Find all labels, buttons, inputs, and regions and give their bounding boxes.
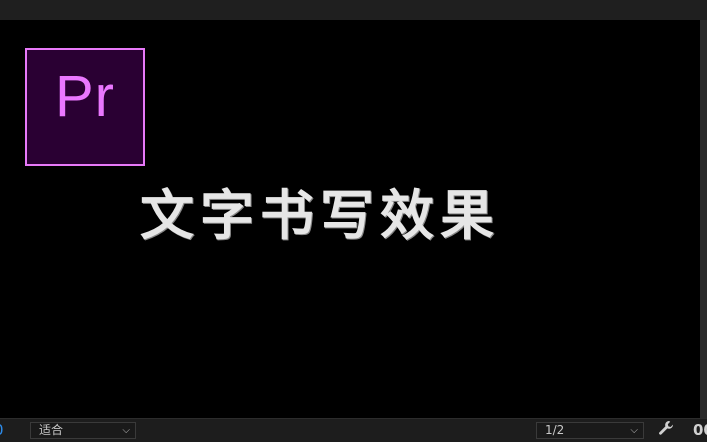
wrench-icon-svg bbox=[659, 421, 674, 435]
chevron-down-icon: ⌵ bbox=[122, 425, 130, 436]
current-timecode[interactable]: 0 bbox=[0, 421, 4, 439]
title-text: 文字书写效果 bbox=[140, 183, 500, 247]
playback-resolution-select[interactable]: 1/2 ⌵ bbox=[536, 422, 644, 439]
program-monitor-canvas[interactable]: Pr 文字书写效果 bbox=[0, 20, 700, 418]
resolution-value: 1/2 bbox=[545, 423, 565, 437]
monitor-controls-bar: 0 适合 ⌵ 1/2 ⌵ 00 bbox=[0, 418, 707, 442]
premiere-pro-logo: Pr bbox=[25, 48, 145, 166]
vertical-scrollbar[interactable] bbox=[700, 20, 707, 418]
logo-text: Pr bbox=[55, 64, 115, 129]
wrench-icon[interactable] bbox=[658, 420, 674, 440]
zoom-level-value: 适合 bbox=[39, 423, 64, 437]
zoom-level-select[interactable]: 适合 ⌵ bbox=[30, 422, 136, 439]
panel-header-strip bbox=[0, 0, 707, 20]
duration-timecode: 00 bbox=[693, 421, 707, 439]
chevron-down-icon: ⌵ bbox=[630, 425, 638, 436]
